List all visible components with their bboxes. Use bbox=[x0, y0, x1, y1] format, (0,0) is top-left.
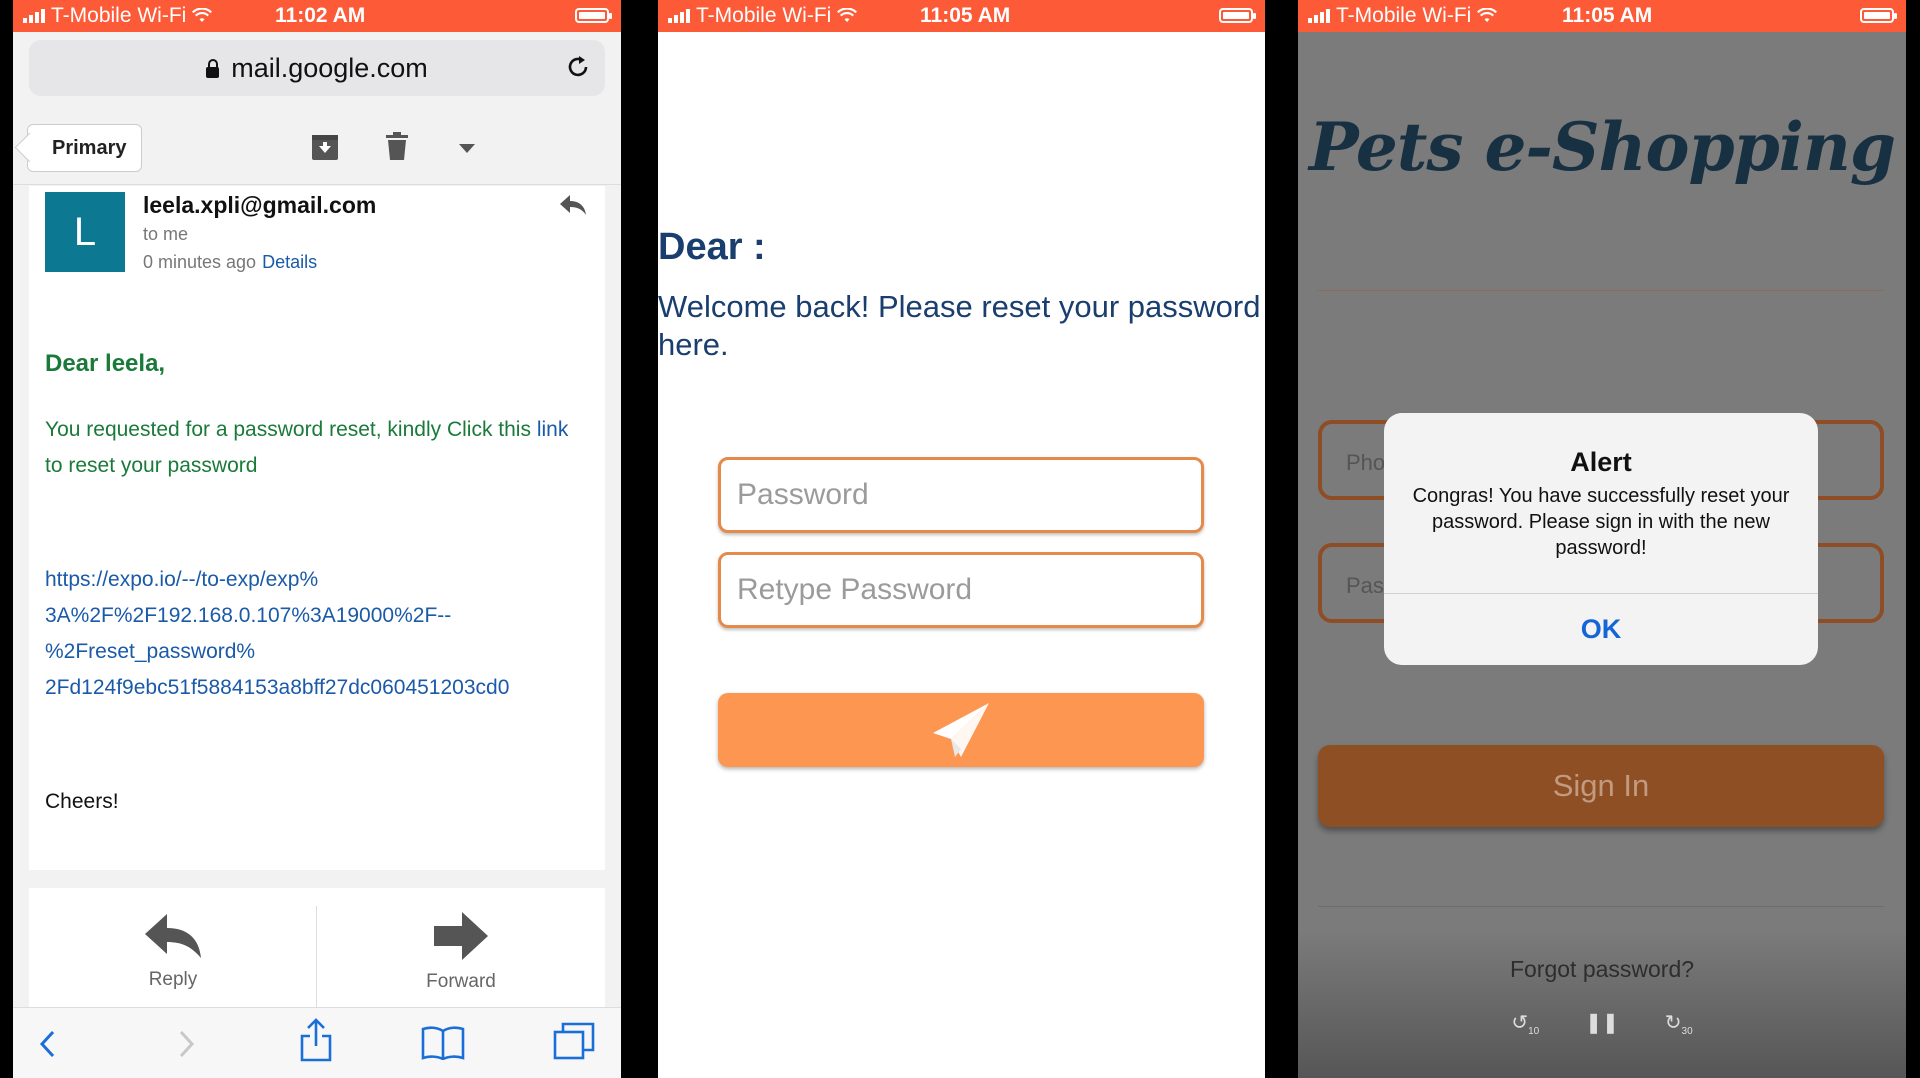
url-text: mail.google.com bbox=[231, 53, 428, 83]
email-message: L leela.xpli@gmail.com to me 0 minutes a… bbox=[29, 186, 605, 870]
password-input[interactable] bbox=[721, 460, 1201, 530]
app-logo: Pets e-Shopping bbox=[1308, 108, 1896, 186]
signal-icon bbox=[1308, 9, 1330, 23]
wifi-icon bbox=[837, 8, 858, 22]
greeting-heading: Dear : bbox=[658, 226, 766, 268]
password-field[interactable] bbox=[718, 457, 1204, 533]
paper-plane-icon bbox=[933, 703, 989, 757]
battery-icon bbox=[1860, 8, 1897, 23]
timestamp: 0 minutes ago bbox=[143, 252, 257, 272]
submit-button[interactable] bbox=[718, 693, 1204, 767]
reset-url-link[interactable]: https://expo.io/--/to-exp/exp% 3A%2F%2F1… bbox=[45, 562, 565, 706]
skip-forward-icon[interactable]: ↻30 bbox=[1665, 1010, 1693, 1037]
avatar: L bbox=[45, 192, 125, 272]
clock: 11:05 AM bbox=[920, 4, 1011, 27]
alert-message: Congras! You have successfully reset you… bbox=[1412, 485, 1790, 559]
battery-icon bbox=[1219, 8, 1256, 23]
gmail-screen: T-Mobile Wi-Fi 11:02 AM mail.google.com … bbox=[13, 0, 621, 1078]
wifi-icon bbox=[1477, 8, 1498, 22]
video-controls: ↺10 ❚❚ ↻30 bbox=[1298, 1010, 1906, 1037]
archive-icon[interactable] bbox=[311, 132, 339, 162]
recipient-label: to me bbox=[143, 224, 189, 244]
divider bbox=[1318, 906, 1884, 907]
divider bbox=[1318, 290, 1884, 291]
chevron-down-icon[interactable] bbox=[459, 144, 475, 154]
lock-icon bbox=[206, 59, 220, 78]
alert-ok-button[interactable]: OK bbox=[1384, 593, 1818, 665]
retype-password-input[interactable] bbox=[721, 555, 1201, 625]
sign-in-button[interactable]: Sign In bbox=[1318, 745, 1884, 827]
alert-title: Alert bbox=[1570, 447, 1632, 477]
wifi-icon bbox=[192, 8, 213, 22]
trash-icon[interactable] bbox=[385, 132, 409, 162]
alert-dialog: Alert Congras! You have successfully res… bbox=[1384, 413, 1818, 665]
carrier-label: T-Mobile Wi-Fi bbox=[696, 4, 832, 27]
reply-button[interactable]: Reply bbox=[73, 912, 273, 991]
email-signoff: Cheers! bbox=[45, 790, 119, 813]
signal-icon bbox=[668, 9, 690, 23]
sender-email[interactable]: leela.xpli@gmail.com bbox=[143, 192, 376, 219]
status-bar: T-Mobile Wi-Fi 11:05 AM bbox=[658, 0, 1265, 32]
retype-password-field[interactable] bbox=[718, 552, 1204, 628]
reset-link[interactable]: link bbox=[537, 418, 569, 441]
share-icon[interactable] bbox=[299, 1018, 333, 1062]
clock: 11:02 AM bbox=[275, 4, 366, 27]
mail-toolbar: Primary bbox=[13, 112, 621, 185]
signal-icon bbox=[23, 9, 45, 23]
forward-arrow-icon bbox=[434, 912, 488, 960]
address-bar[interactable]: mail.google.com bbox=[29, 40, 605, 96]
forgot-password-link[interactable]: Forgot password? bbox=[1298, 956, 1906, 983]
safari-bottom-bar bbox=[13, 1007, 621, 1078]
reply-forward-panel: Reply Forward bbox=[29, 888, 605, 1016]
primary-back-button[interactable]: Primary bbox=[27, 124, 142, 172]
back-icon[interactable] bbox=[39, 1030, 55, 1058]
battery-icon bbox=[575, 8, 612, 23]
pause-icon[interactable]: ❚❚ bbox=[1585, 1010, 1619, 1037]
rewind-icon[interactable]: ↺10 bbox=[1511, 1010, 1539, 1037]
email-body: You requested for a password reset, kind… bbox=[45, 418, 569, 477]
forward-button[interactable]: Forward bbox=[361, 912, 561, 993]
reply-icon[interactable] bbox=[559, 194, 587, 216]
bookmarks-icon[interactable] bbox=[421, 1026, 465, 1060]
reply-icon bbox=[145, 914, 201, 958]
status-bar: T-Mobile Wi-Fi 11:02 AM bbox=[13, 0, 621, 32]
details-link[interactable]: Details bbox=[262, 252, 317, 272]
tabs-icon[interactable] bbox=[553, 1022, 595, 1060]
clock: 11:05 AM bbox=[1562, 4, 1653, 27]
status-bar: T-Mobile Wi-Fi 11:05 AM bbox=[1298, 0, 1906, 32]
carrier-label: T-Mobile Wi-Fi bbox=[51, 4, 187, 27]
email-greeting: Dear leela, bbox=[45, 350, 166, 377]
forward-icon[interactable] bbox=[179, 1030, 195, 1058]
reset-password-screen: T-Mobile Wi-Fi 11:05 AM Dear : Welcome b… bbox=[658, 0, 1265, 1078]
signin-screen: T-Mobile Wi-Fi 11:05 AM Pets e-Shopping … bbox=[1298, 0, 1906, 1078]
reload-icon[interactable] bbox=[565, 54, 591, 80]
carrier-label: T-Mobile Wi-Fi bbox=[1336, 4, 1472, 27]
welcome-text: Welcome back! Please reset your password… bbox=[658, 289, 1261, 362]
